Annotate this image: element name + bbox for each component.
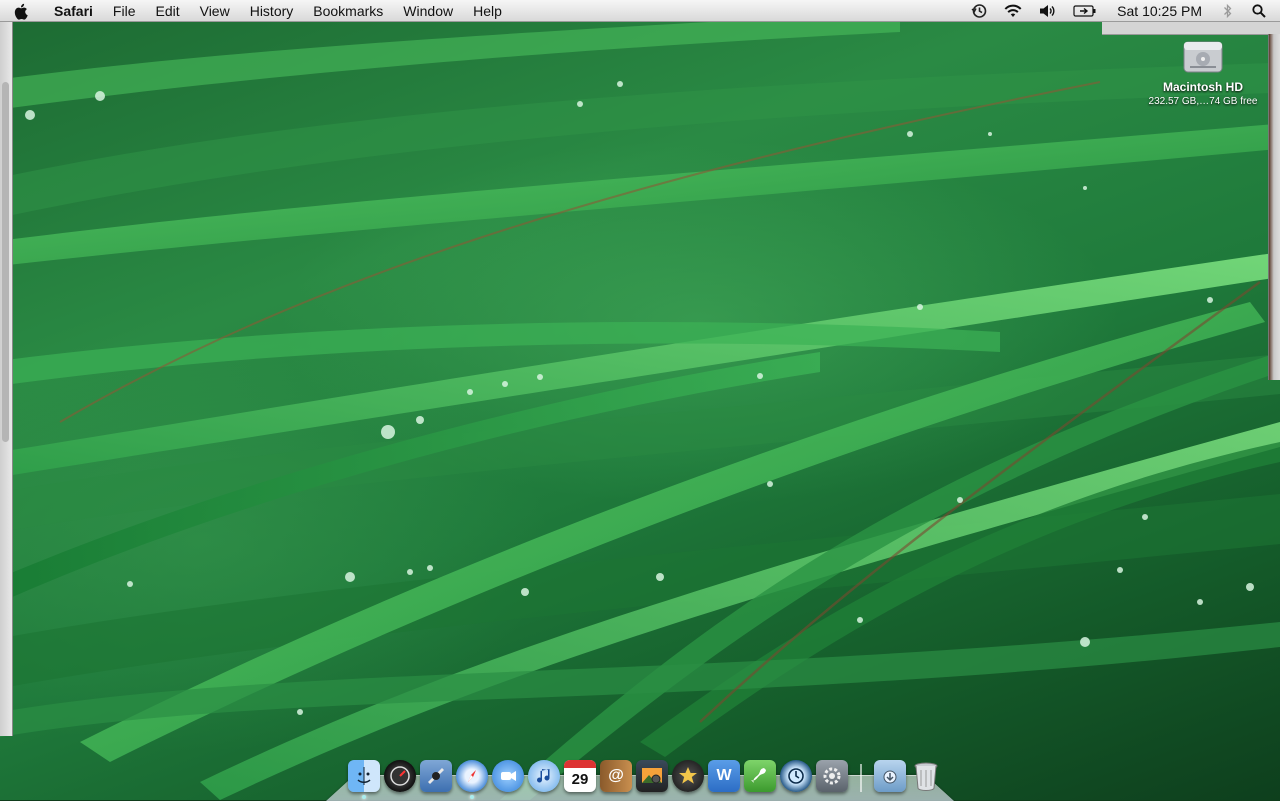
downloads-stack-icon[interactable] bbox=[874, 760, 906, 792]
background-window-edge-right bbox=[1268, 34, 1280, 380]
ical-date-label: 29 bbox=[571, 770, 589, 788]
menu-app-name[interactable]: Safari bbox=[40, 3, 103, 19]
ical-icon[interactable]: 29 bbox=[564, 760, 596, 792]
mail-icon[interactable] bbox=[420, 760, 452, 792]
menu-edit[interactable]: Edit bbox=[145, 0, 189, 22]
menubar-clock[interactable]: Sat 10:25 PM bbox=[1105, 3, 1214, 19]
menu-help[interactable]: Help bbox=[463, 0, 512, 22]
ichat-icon[interactable] bbox=[492, 760, 524, 792]
dock: 29 @ W bbox=[346, 752, 944, 799]
dashboard-icon[interactable] bbox=[384, 760, 416, 792]
macintosh-hd-desktop-icon[interactable]: Macintosh HD 232.57 GB,…74 GB free bbox=[1140, 34, 1266, 107]
drive-capacity-label: 232.57 GB,…74 GB free bbox=[1148, 96, 1258, 107]
address-book-icon[interactable]: @ bbox=[600, 760, 632, 792]
bluetooth-icon[interactable] bbox=[1214, 0, 1242, 22]
safari-icon[interactable] bbox=[456, 760, 488, 799]
garageband-icon[interactable] bbox=[744, 760, 776, 792]
time-machine-icon[interactable] bbox=[780, 760, 812, 792]
desktop-wallpaper bbox=[0, 22, 1280, 800]
grass-wallpaper-art bbox=[0, 22, 1280, 800]
iweb-icon[interactable]: W bbox=[708, 760, 740, 792]
wifi-icon[interactable] bbox=[995, 0, 1031, 22]
menu-window[interactable]: Window bbox=[393, 0, 463, 22]
finder-icon[interactable] bbox=[348, 760, 380, 799]
dock-separator bbox=[860, 764, 862, 792]
menu-bookmarks[interactable]: Bookmarks bbox=[303, 0, 393, 22]
menu-history[interactable]: History bbox=[240, 0, 304, 22]
volume-icon[interactable] bbox=[1031, 0, 1065, 22]
menu-file[interactable]: File bbox=[103, 0, 146, 22]
imovie-icon[interactable] bbox=[672, 760, 704, 792]
trash-icon[interactable] bbox=[910, 760, 942, 792]
itunes-icon[interactable] bbox=[528, 760, 560, 792]
hard-drive-icon bbox=[1180, 34, 1226, 76]
spotlight-icon[interactable] bbox=[1242, 0, 1280, 22]
iphoto-icon[interactable] bbox=[636, 760, 668, 792]
menu-view[interactable]: View bbox=[190, 0, 240, 22]
battery-icon[interactable] bbox=[1065, 0, 1105, 22]
apple-menu-icon[interactable] bbox=[0, 3, 40, 20]
time-machine-icon[interactable] bbox=[963, 0, 995, 22]
menu-bar: Safari File Edit View History Bookmarks … bbox=[0, 0, 1280, 22]
background-window-scrollbar[interactable] bbox=[0, 22, 13, 736]
drive-name-label: Macintosh HD bbox=[1162, 80, 1243, 94]
system-preferences-icon[interactable] bbox=[816, 760, 848, 792]
